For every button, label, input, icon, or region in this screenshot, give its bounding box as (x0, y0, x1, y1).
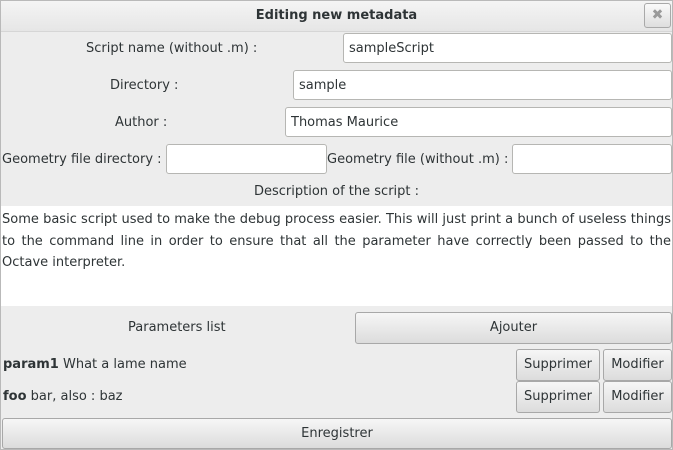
author-field[interactable] (285, 107, 672, 137)
metadata-editor-window: Editing new metadata ✖ Script name (with… (0, 0, 673, 450)
parameter-row: param1 What a lame name (3, 357, 187, 372)
delete-parameter-button[interactable]: Supprimer (516, 349, 600, 381)
parameter-row: foo bar, also : baz (3, 389, 123, 404)
add-parameter-button[interactable]: Ajouter (355, 312, 672, 344)
parameter-name: foo (3, 389, 27, 404)
edit-parameter-button[interactable]: Modifier (603, 349, 672, 381)
script-name-field[interactable] (343, 33, 672, 63)
geometry-file-field[interactable] (512, 144, 672, 174)
save-button[interactable]: Enregistrer (2, 418, 672, 449)
window-title: Editing new metadata (255, 8, 418, 23)
geometry-file-label: Geometry file (without .m) : (327, 152, 509, 167)
geometry-dir-label: Geometry file directory : (2, 152, 162, 167)
description-label: Description of the script : (253, 184, 420, 199)
geometry-dir-field[interactable] (166, 144, 327, 174)
delete-parameter-button[interactable]: Supprimer (516, 381, 600, 413)
description-textarea[interactable]: Some basic script used to make the debug… (1, 206, 672, 306)
directory-field[interactable] (293, 70, 672, 100)
author-label: Author : (115, 115, 168, 130)
parameter-description: bar, also : baz (30, 389, 123, 404)
close-button[interactable]: ✖ (644, 3, 671, 28)
close-icon: ✖ (651, 7, 664, 23)
parameter-name: param1 (3, 357, 59, 372)
directory-label: Directory : (110, 78, 179, 93)
titlebar: Editing new metadata ✖ (1, 1, 672, 32)
parameter-description: What a lame name (63, 357, 187, 372)
script-name-label: Script name (without .m) : (86, 41, 258, 56)
edit-parameter-button[interactable]: Modifier (603, 381, 672, 413)
parameters-list-label: Parameters list (128, 320, 226, 335)
